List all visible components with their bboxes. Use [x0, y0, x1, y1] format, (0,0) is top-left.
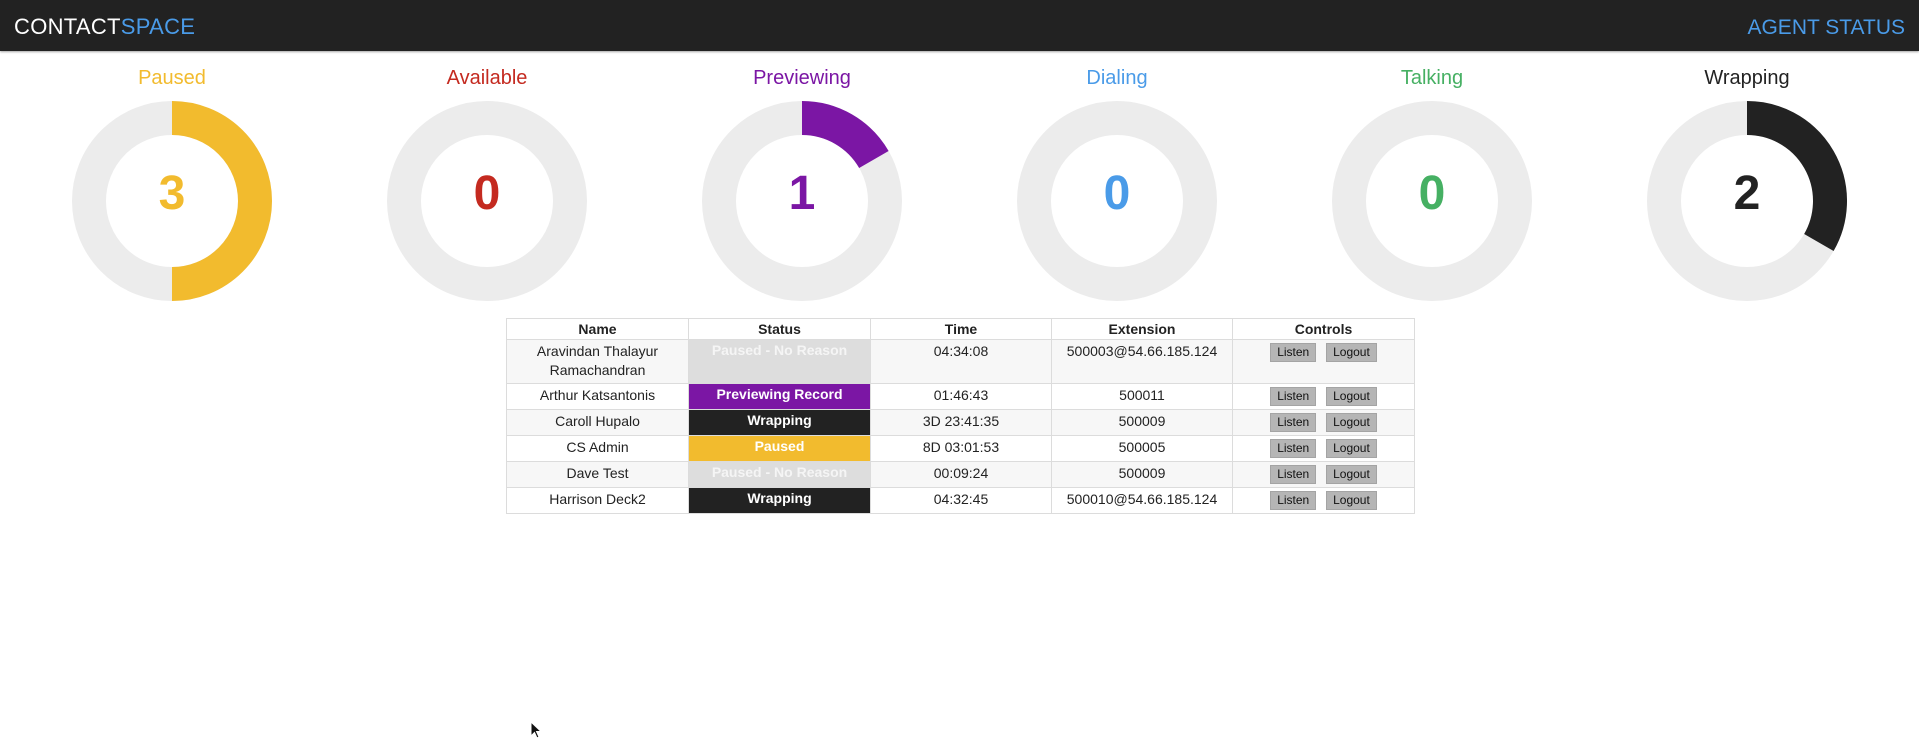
column-header-extension[interactable]: Extension — [1051, 318, 1233, 340]
listen-button[interactable]: Listen — [1270, 491, 1317, 510]
agent-status: Previewing Record — [716, 386, 843, 402]
agent-status: Paused - No Reason — [711, 342, 848, 358]
agent-controls: Listen Logout — [1232, 461, 1415, 488]
agent-name: CS Admin — [506, 435, 689, 462]
summary-label: Previewing — [753, 67, 851, 89]
table-row: Arthur Katsantonis Previewing Record 01:… — [506, 383, 1415, 410]
table-header-row: Name Status Time Extension Controls — [506, 318, 1415, 340]
logout-button[interactable]: Logout — [1326, 491, 1377, 510]
agent-controls: Listen Logout — [1232, 487, 1415, 514]
agent-status-cell: Wrapping — [688, 487, 871, 514]
summary-count: 2 — [1733, 167, 1761, 220]
agent-name-continued: Ramachandran — [549, 362, 646, 378]
agent-name-cell: Aravindan Thalayur Ramachandran — [506, 339, 689, 384]
agent-name: Dave Test — [506, 461, 689, 488]
summary-count: 1 — [788, 167, 816, 220]
agent-name: Arthur Katsantonis — [506, 383, 689, 410]
agent-status: Paused — [754, 438, 805, 454]
agent-status-cell: Paused - No Reason — [688, 461, 871, 488]
column-header-name[interactable]: Name — [506, 318, 689, 340]
agent-controls: Listen Logout — [1232, 409, 1415, 436]
agent-time: 04:34:08 — [870, 339, 1052, 384]
summary-label: Paused — [138, 67, 206, 89]
column-header-time[interactable]: Time — [870, 318, 1052, 340]
agent-time: 8D 03:01:53 — [870, 435, 1052, 462]
table-row: Dave Test Paused - No Reason 00:09:24 50… — [506, 461, 1415, 488]
agent-extension: 500010@54.66.185.124 — [1051, 487, 1233, 514]
brand-logo-part1: CONTACT — [14, 14, 121, 39]
agent-time: 01:46:43 — [870, 383, 1052, 410]
summary-label: Available — [446, 67, 528, 89]
agent-extension: 500009 — [1051, 409, 1233, 436]
listen-button[interactable]: Listen — [1270, 413, 1317, 432]
agent-status-cell: Paused — [688, 435, 871, 462]
brand-logo-part2: SPACE — [120, 14, 196, 39]
agent-extension: 500003@54.66.185.124 — [1051, 339, 1233, 384]
listen-button[interactable]: Listen — [1270, 465, 1317, 484]
agent-status: Paused - No Reason — [711, 464, 848, 480]
summary-label: Talking — [1400, 67, 1464, 89]
agent-extension: 500011 — [1051, 383, 1233, 410]
brand-logo[interactable]: CONTACTSPACE — [14, 14, 195, 40]
page-title: AGENT STATUS — [1747, 16, 1905, 39]
table-row: Caroll Hupalo Wrapping 3D 23:41:35 50000… — [506, 409, 1415, 436]
agent-status-cell: Wrapping — [688, 409, 871, 436]
summary-card-available: Available 0 — [377, 51, 597, 311]
summary-card-previewing: Previewing 1 — [692, 51, 912, 311]
top-bar: CONTACTSPACE AGENT STATUS — [0, 0, 1919, 51]
summary-card-talking: Talking 0 — [1322, 51, 1542, 311]
agent-extension: 500005 — [1051, 435, 1233, 462]
column-header-controls: Controls — [1232, 318, 1415, 340]
listen-button[interactable]: Listen — [1270, 343, 1317, 362]
agent-time: 3D 23:41:35 — [870, 409, 1052, 436]
summary-label: Dialing — [1086, 67, 1148, 89]
agent-status: Wrapping — [747, 490, 812, 506]
table-row: Aravindan Thalayur Ramachandran Paused - … — [506, 339, 1415, 384]
logout-button[interactable]: Logout — [1326, 413, 1377, 432]
summary-count: 0 — [473, 167, 501, 220]
agent-extension: 500009 — [1051, 461, 1233, 488]
agent-table: Name Status Time Extension Controls Arav… — [506, 318, 1415, 514]
summary-count: 0 — [1418, 167, 1446, 220]
mouse-cursor-icon — [530, 721, 542, 739]
summary-card-paused: Paused 3 — [62, 51, 282, 311]
logout-button[interactable]: Logout — [1326, 343, 1377, 362]
agent-status-cell: Paused - No Reason — [688, 339, 871, 384]
agent-name: Caroll Hupalo — [506, 409, 689, 436]
agent-controls: Listen Logout — [1232, 383, 1415, 410]
summary-card-dialing: Dialing 0 — [1007, 51, 1227, 311]
logout-button[interactable]: Logout — [1326, 465, 1377, 484]
logout-button[interactable]: Logout — [1326, 439, 1377, 458]
agent-name: Harrison Deck2 — [506, 487, 689, 514]
summary-count: 0 — [1103, 167, 1131, 220]
agent-status-cell: Previewing Record — [688, 383, 871, 410]
table-row: Harrison Deck2 Wrapping 04:32:45 500010@… — [506, 487, 1415, 514]
summary-card-wrapping: Wrapping 2 — [1637, 51, 1857, 311]
agent-time: 00:09:24 — [870, 461, 1052, 488]
table-row: CS Admin Paused 8D 03:01:53 500005 Liste… — [506, 435, 1415, 462]
logout-button[interactable]: Logout — [1326, 387, 1377, 406]
listen-button[interactable]: Listen — [1270, 439, 1317, 458]
listen-button[interactable]: Listen — [1270, 387, 1317, 406]
agent-name: Aravindan Thalayur — [536, 343, 659, 359]
agent-time: 04:32:45 — [870, 487, 1052, 514]
column-header-status[interactable]: Status — [688, 318, 871, 340]
donut-arc — [801, 101, 889, 169]
agent-status: Wrapping — [747, 412, 812, 428]
summary-label: Wrapping — [1704, 67, 1790, 89]
status-summary-row: Paused 3 Available 0 Previewing 1 Dialin… — [0, 51, 1919, 311]
agent-controls: Listen Logout — [1232, 339, 1415, 384]
summary-count: 3 — [158, 167, 186, 220]
agent-controls: Listen Logout — [1232, 435, 1415, 462]
